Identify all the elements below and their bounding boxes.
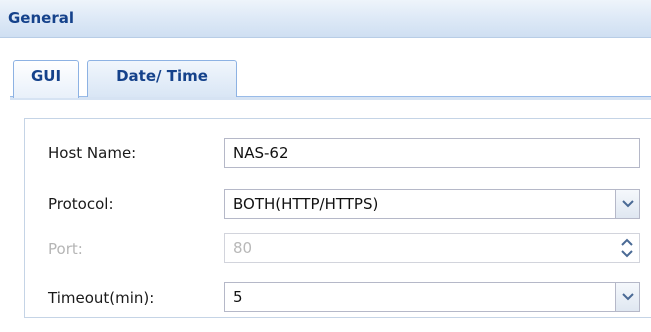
host-name-value: NAS-62 xyxy=(233,144,289,162)
port-field[interactable]: 80 xyxy=(224,233,640,263)
protocol-value: BOTH(HTTP/HTTPS) xyxy=(233,195,379,213)
timeout-label: Timeout(min): xyxy=(48,289,155,307)
port-spin-down-button[interactable] xyxy=(615,248,639,262)
tab-strip: GUI Date/ Time xyxy=(0,38,651,100)
tab-date-time[interactable]: Date/ Time xyxy=(87,60,237,97)
timeout-select[interactable]: 5 xyxy=(224,282,640,312)
host-name-label: Host Name: xyxy=(48,144,137,162)
host-name-field[interactable]: NAS-62 xyxy=(224,138,640,168)
port-value: 80 xyxy=(233,239,253,257)
panel-title: General xyxy=(8,9,74,27)
timeout-dropdown-button[interactable] xyxy=(615,283,639,311)
panel-header: General xyxy=(0,0,651,38)
port-label: Port: xyxy=(48,240,83,258)
port-spin-up-button[interactable] xyxy=(615,234,639,248)
timeout-value: 5 xyxy=(233,288,243,306)
port-spinner[interactable] xyxy=(615,234,639,262)
chevron-down-icon xyxy=(622,200,634,208)
protocol-label: Protocol: xyxy=(48,195,114,213)
caret-down-icon xyxy=(621,250,633,258)
protocol-dropdown-button[interactable] xyxy=(615,190,639,218)
protocol-select[interactable]: BOTH(HTTP/HTTPS) xyxy=(224,189,640,219)
caret-up-icon xyxy=(621,238,633,246)
chevron-down-icon xyxy=(622,293,634,301)
tab-gui[interactable]: GUI xyxy=(13,60,79,98)
